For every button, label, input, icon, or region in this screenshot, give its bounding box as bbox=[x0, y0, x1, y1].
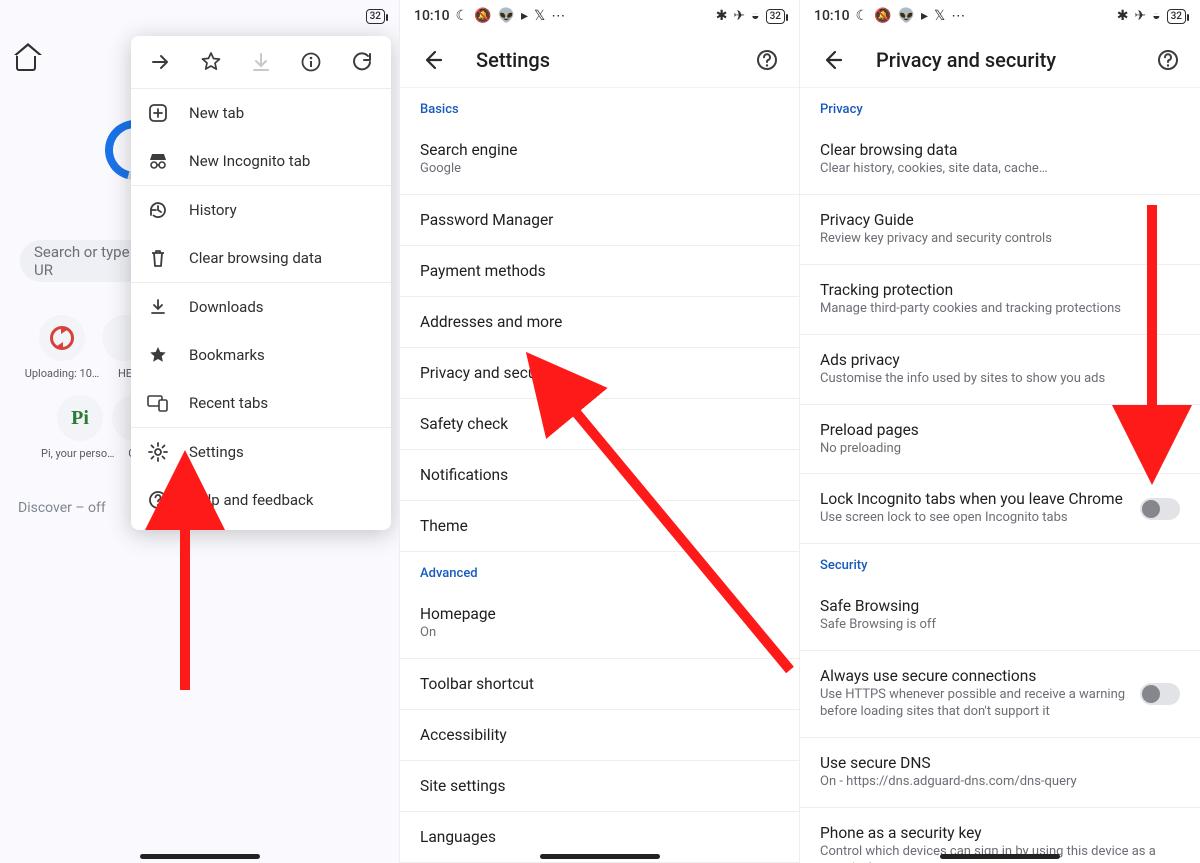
history-icon bbox=[147, 199, 169, 221]
reload-button[interactable] bbox=[340, 40, 384, 84]
help-icon bbox=[1157, 49, 1179, 71]
download-icon bbox=[251, 52, 271, 72]
plus-box-icon bbox=[147, 102, 169, 124]
menu-bookmarks[interactable]: Bookmarks bbox=[131, 331, 391, 379]
privacy-row-guide[interactable]: Privacy GuideReview key privacy and secu… bbox=[800, 195, 1200, 265]
privacy-row-dns[interactable]: Use secure DNSOn - https://dns.adguard-d… bbox=[800, 738, 1200, 808]
settings-row-homepage[interactable]: HomepageOn bbox=[400, 589, 799, 659]
menu-recent-tabs[interactable]: Recent tabs bbox=[131, 379, 391, 427]
settings-row-site-settings[interactable]: Site settings bbox=[400, 761, 799, 812]
menu-label: Help and feedback bbox=[189, 491, 314, 509]
download-button[interactable] bbox=[239, 40, 283, 84]
section-label: Security bbox=[800, 544, 1200, 581]
settings-row-search-engine[interactable]: Search engineGoogle bbox=[400, 125, 799, 195]
section-label: Advanced bbox=[400, 552, 799, 589]
star-filled-icon bbox=[147, 344, 169, 366]
overflow-menu: New tab New Incognito tab History Clear … bbox=[131, 36, 391, 530]
back-button[interactable] bbox=[812, 40, 852, 80]
page-title: Settings bbox=[476, 48, 550, 72]
tile-label: Uploading: 10… bbox=[25, 367, 100, 380]
devices-icon bbox=[147, 392, 169, 414]
privacy-row-ads[interactable]: Ads privacyCustomise the info used by si… bbox=[800, 335, 1200, 405]
pi-icon: Pi bbox=[71, 407, 89, 430]
help-button[interactable] bbox=[747, 40, 787, 80]
menu-downloads[interactable]: Downloads bbox=[131, 283, 391, 331]
menu-label: Bookmarks bbox=[189, 346, 265, 364]
pane-privacy-security: 10:10 ☾🔕👽▸𝕏⋯ ✱✈◒ 32 Privacy and security… bbox=[800, 0, 1200, 863]
tile-label: Pi, your person… bbox=[41, 447, 119, 460]
menu-label: New Incognito tab bbox=[189, 152, 310, 170]
arrow-left-icon bbox=[821, 49, 843, 71]
privacy-row-tracking[interactable]: Tracking protectionManage third-party co… bbox=[800, 265, 1200, 335]
menu-label: History bbox=[189, 201, 237, 219]
search-placeholder: Search or type UR bbox=[34, 243, 136, 279]
settings-row-payment[interactable]: Payment methods bbox=[400, 246, 799, 297]
status-bar: 10:10 ☾🔕👽▸𝕏⋯ ✱✈◒ 32 bbox=[800, 0, 1200, 32]
menu-clear-data[interactable]: Clear browsing data bbox=[131, 234, 391, 282]
privacy-row-https[interactable]: Always use secure connectionsUse HTTPS w… bbox=[800, 651, 1200, 738]
ntp-tile[interactable]: Pi Pi, your person… bbox=[38, 395, 122, 460]
settings-row-accessibility[interactable]: Accessibility bbox=[400, 710, 799, 761]
menu-new-tab[interactable]: New tab bbox=[131, 89, 391, 137]
settings-row-safety[interactable]: Safety check bbox=[400, 399, 799, 450]
forward-button[interactable] bbox=[138, 40, 182, 84]
settings-row-privacy[interactable]: Privacy and security bbox=[400, 348, 799, 399]
privacy-row-lock-incognito[interactable]: Lock Incognito tabs when you leave Chrom… bbox=[800, 474, 1200, 544]
help-button[interactable] bbox=[1148, 40, 1188, 80]
page-title: Privacy and security bbox=[876, 48, 1056, 72]
gear-icon bbox=[147, 441, 169, 463]
reload-icon bbox=[352, 52, 372, 72]
settings-row-toolbar[interactable]: Toolbar shortcut bbox=[400, 659, 799, 710]
trash-icon bbox=[147, 247, 169, 269]
help-icon bbox=[756, 49, 778, 71]
downloads-icon bbox=[147, 296, 169, 318]
lock-incognito-switch[interactable] bbox=[1140, 498, 1180, 520]
clock: 10:10 bbox=[814, 8, 850, 24]
info-icon bbox=[301, 52, 321, 72]
privacy-row-clear-data[interactable]: Clear browsing dataClear history, cookie… bbox=[800, 125, 1200, 195]
incognito-icon bbox=[147, 150, 169, 172]
menu-help[interactable]: Help and feedback bbox=[131, 476, 391, 524]
clock: 10:10 bbox=[414, 8, 450, 24]
tile-label: HE bbox=[118, 367, 132, 380]
topbar: Settings bbox=[400, 32, 799, 88]
arrow-left-icon bbox=[421, 49, 443, 71]
back-button[interactable] bbox=[412, 40, 452, 80]
settings-row-password-manager[interactable]: Password Manager bbox=[400, 195, 799, 246]
https-switch[interactable] bbox=[1140, 683, 1180, 705]
pane-settings: 10:10 ☾🔕👽▸𝕏⋯ ✱✈◒ 32 Settings Basics Sear… bbox=[400, 0, 800, 863]
menu-label: New tab bbox=[189, 104, 244, 122]
discover-status: Discover – off bbox=[18, 500, 106, 516]
menu-history[interactable]: History bbox=[131, 186, 391, 234]
privacy-row-preload[interactable]: Preload pagesNo preloading bbox=[800, 405, 1200, 475]
settings-row-addresses[interactable]: Addresses and more bbox=[400, 297, 799, 348]
section-label: Basics bbox=[400, 88, 799, 125]
system-nav-bar bbox=[940, 854, 1060, 859]
menu-label: Downloads bbox=[189, 298, 264, 316]
arrow-right-icon bbox=[150, 52, 170, 72]
star-icon bbox=[201, 52, 221, 72]
menu-label: Recent tabs bbox=[189, 394, 268, 412]
system-nav-bar bbox=[540, 854, 660, 859]
section-label: Privacy bbox=[800, 88, 1200, 125]
pane-chrome-menu: 10:10 ☾ 🔕 👽 ▸ 𝕏 ⋯ ✱ ✈ ◒ 32 Search or typ… bbox=[0, 0, 400, 863]
status-bar: 10:10 ☾🔕👽▸𝕏⋯ ✱✈◒ 32 bbox=[400, 0, 799, 32]
bookmark-button[interactable] bbox=[189, 40, 233, 84]
battery-icon: 32 bbox=[366, 9, 385, 24]
privacy-row-safe-browsing[interactable]: Safe BrowsingSafe Browsing is off bbox=[800, 581, 1200, 651]
settings-row-notifications[interactable]: Notifications bbox=[400, 450, 799, 501]
page-info-button[interactable] bbox=[289, 40, 333, 84]
home-icon bbox=[16, 53, 36, 71]
sync-icon bbox=[50, 326, 74, 350]
system-nav-bar bbox=[140, 854, 260, 859]
menu-label: Settings bbox=[189, 443, 244, 461]
ntp-tile[interactable]: Uploading: 10… bbox=[20, 315, 104, 380]
help-icon bbox=[147, 489, 169, 511]
menu-label: Clear browsing data bbox=[189, 249, 322, 267]
topbar: Privacy and security bbox=[800, 32, 1200, 88]
menu-incognito[interactable]: New Incognito tab bbox=[131, 137, 391, 185]
settings-row-theme[interactable]: Theme bbox=[400, 501, 799, 552]
menu-settings[interactable]: Settings bbox=[131, 428, 391, 476]
